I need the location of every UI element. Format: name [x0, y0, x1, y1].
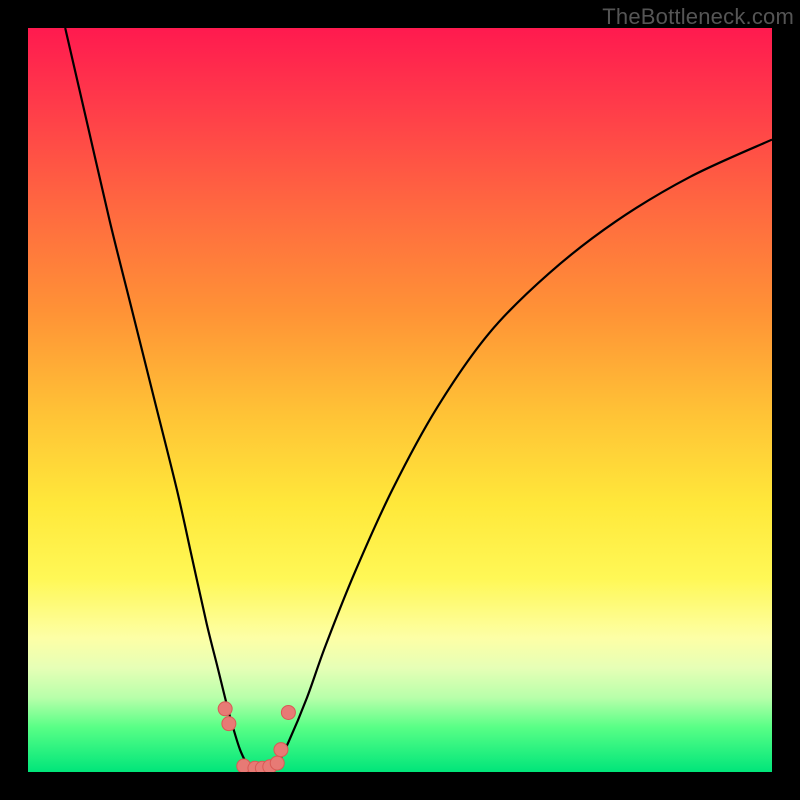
watermark-text: TheBottleneck.com: [602, 4, 794, 30]
data-point: [222, 717, 236, 731]
right-curve: [274, 140, 772, 772]
left-curve: [65, 28, 251, 772]
data-point: [281, 705, 295, 719]
data-points: [218, 702, 295, 772]
curve-layer: [28, 28, 772, 772]
chart-frame: TheBottleneck.com: [0, 0, 800, 800]
data-point: [274, 743, 288, 757]
plot-area: [28, 28, 772, 772]
data-point: [218, 702, 232, 716]
data-point: [270, 756, 284, 770]
